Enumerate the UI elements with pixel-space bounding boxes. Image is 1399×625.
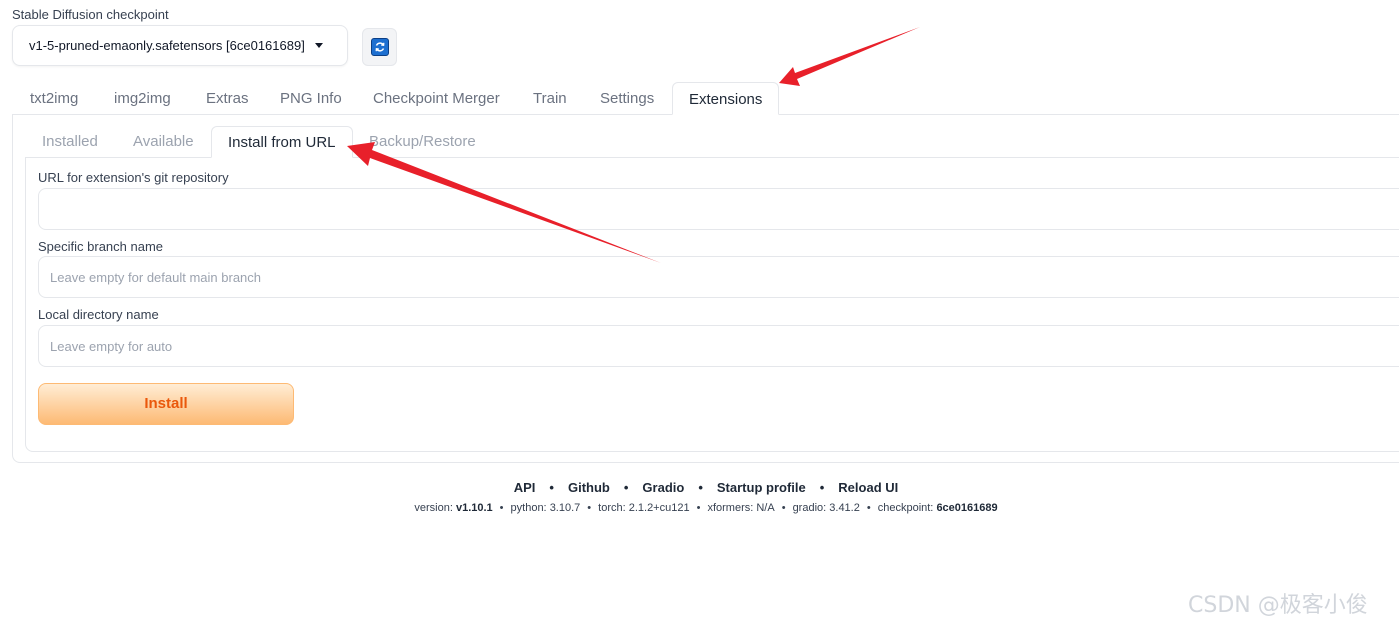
- footer-link-gradio[interactable]: Gradio: [642, 480, 684, 495]
- branch-label: Specific branch name: [38, 239, 164, 254]
- url-label: URL for extension's git repository: [38, 170, 229, 185]
- version-value: v1.10.1: [455, 502, 493, 514]
- footer-links: API • Github • Gradio • Startup profile • Reload…: [0, 480, 1399, 495]
- checkpoint-key: checkpoint:: [877, 502, 934, 514]
- main-tab-bar: txt2img img2img Extras PNG Info Checkpoi…: [12, 82, 1399, 115]
- watermark: CSDN @极客小俊: [1188, 593, 1368, 618]
- tab-png-info[interactable]: PNG Info: [264, 82, 358, 115]
- footer-versions: version: v1.10.1 • python: 3.10.7 • torch: 2…: [0, 502, 1399, 514]
- url-input[interactable]: [38, 188, 1399, 230]
- chevron-down-icon: [315, 43, 323, 48]
- footer-separator: •: [587, 502, 592, 514]
- checkpoint-label: Stable Diffusion checkpoint: [12, 7, 169, 22]
- footer-separator: •: [698, 480, 703, 495]
- footer-separator: •: [866, 502, 871, 514]
- python-value: 3.10.7: [549, 502, 581, 514]
- directory-input[interactable]: [38, 325, 1399, 367]
- version-key: version:: [414, 502, 453, 514]
- footer-link-startup-profile[interactable]: Startup profile: [717, 480, 806, 495]
- gradio-key: gradio:: [792, 502, 827, 514]
- extensions-sub-tab-bar: Installed Available Install from URL Bac…: [25, 126, 1399, 158]
- gradio-value: 3.41.2: [829, 502, 860, 514]
- footer-link-reload-ui[interactable]: Reload UI: [838, 480, 898, 495]
- tab-img2img[interactable]: img2img: [98, 82, 187, 115]
- tab-checkpoint-merger[interactable]: Checkpoint Merger: [357, 82, 516, 115]
- tab-available[interactable]: Available: [117, 126, 210, 158]
- footer-separator: •: [781, 502, 786, 514]
- footer-separator: •: [819, 480, 825, 495]
- footer-separator: •: [499, 502, 504, 514]
- python-key: python:: [510, 502, 547, 514]
- refresh-checkpoint-button[interactable]: [362, 28, 397, 66]
- footer-separator: •: [696, 502, 701, 514]
- tab-settings[interactable]: Settings: [584, 82, 670, 115]
- xformers-key: xformers:: [707, 502, 754, 514]
- branch-input[interactable]: [38, 256, 1399, 298]
- torch-key: torch:: [598, 502, 626, 514]
- tab-extensions[interactable]: Extensions: [672, 82, 780, 115]
- tab-backup-restore[interactable]: Backup/Restore: [353, 126, 492, 158]
- footer-link-github[interactable]: Github: [568, 480, 610, 495]
- refresh-icon: [370, 38, 389, 56]
- annotation-arrow-extensions: [779, 27, 920, 86]
- tab-train[interactable]: Train: [517, 82, 583, 115]
- directory-label: Local directory name: [38, 307, 159, 322]
- footer-separator: •: [623, 480, 629, 495]
- tab-installed[interactable]: Installed: [26, 126, 114, 158]
- footer-link-api[interactable]: API: [514, 480, 536, 495]
- tab-extras[interactable]: Extras: [190, 82, 265, 115]
- tab-txt2img[interactable]: txt2img: [14, 82, 94, 115]
- xformers-value: N/A: [756, 502, 775, 514]
- checkpoint-value: 6ce0161689: [936, 502, 998, 514]
- tab-install-from-url[interactable]: Install from URL: [211, 126, 353, 158]
- checkpoint-dropdown[interactable]: v1-5-pruned-emaonly.safetensors [6ce0161…: [12, 25, 348, 66]
- checkpoint-selected-value: v1-5-pruned-emaonly.safetensors [6ce0161…: [29, 38, 305, 53]
- install-button[interactable]: Install: [38, 383, 294, 425]
- footer-separator: •: [549, 480, 554, 495]
- torch-value: 2.1.2+cu121: [628, 502, 690, 514]
